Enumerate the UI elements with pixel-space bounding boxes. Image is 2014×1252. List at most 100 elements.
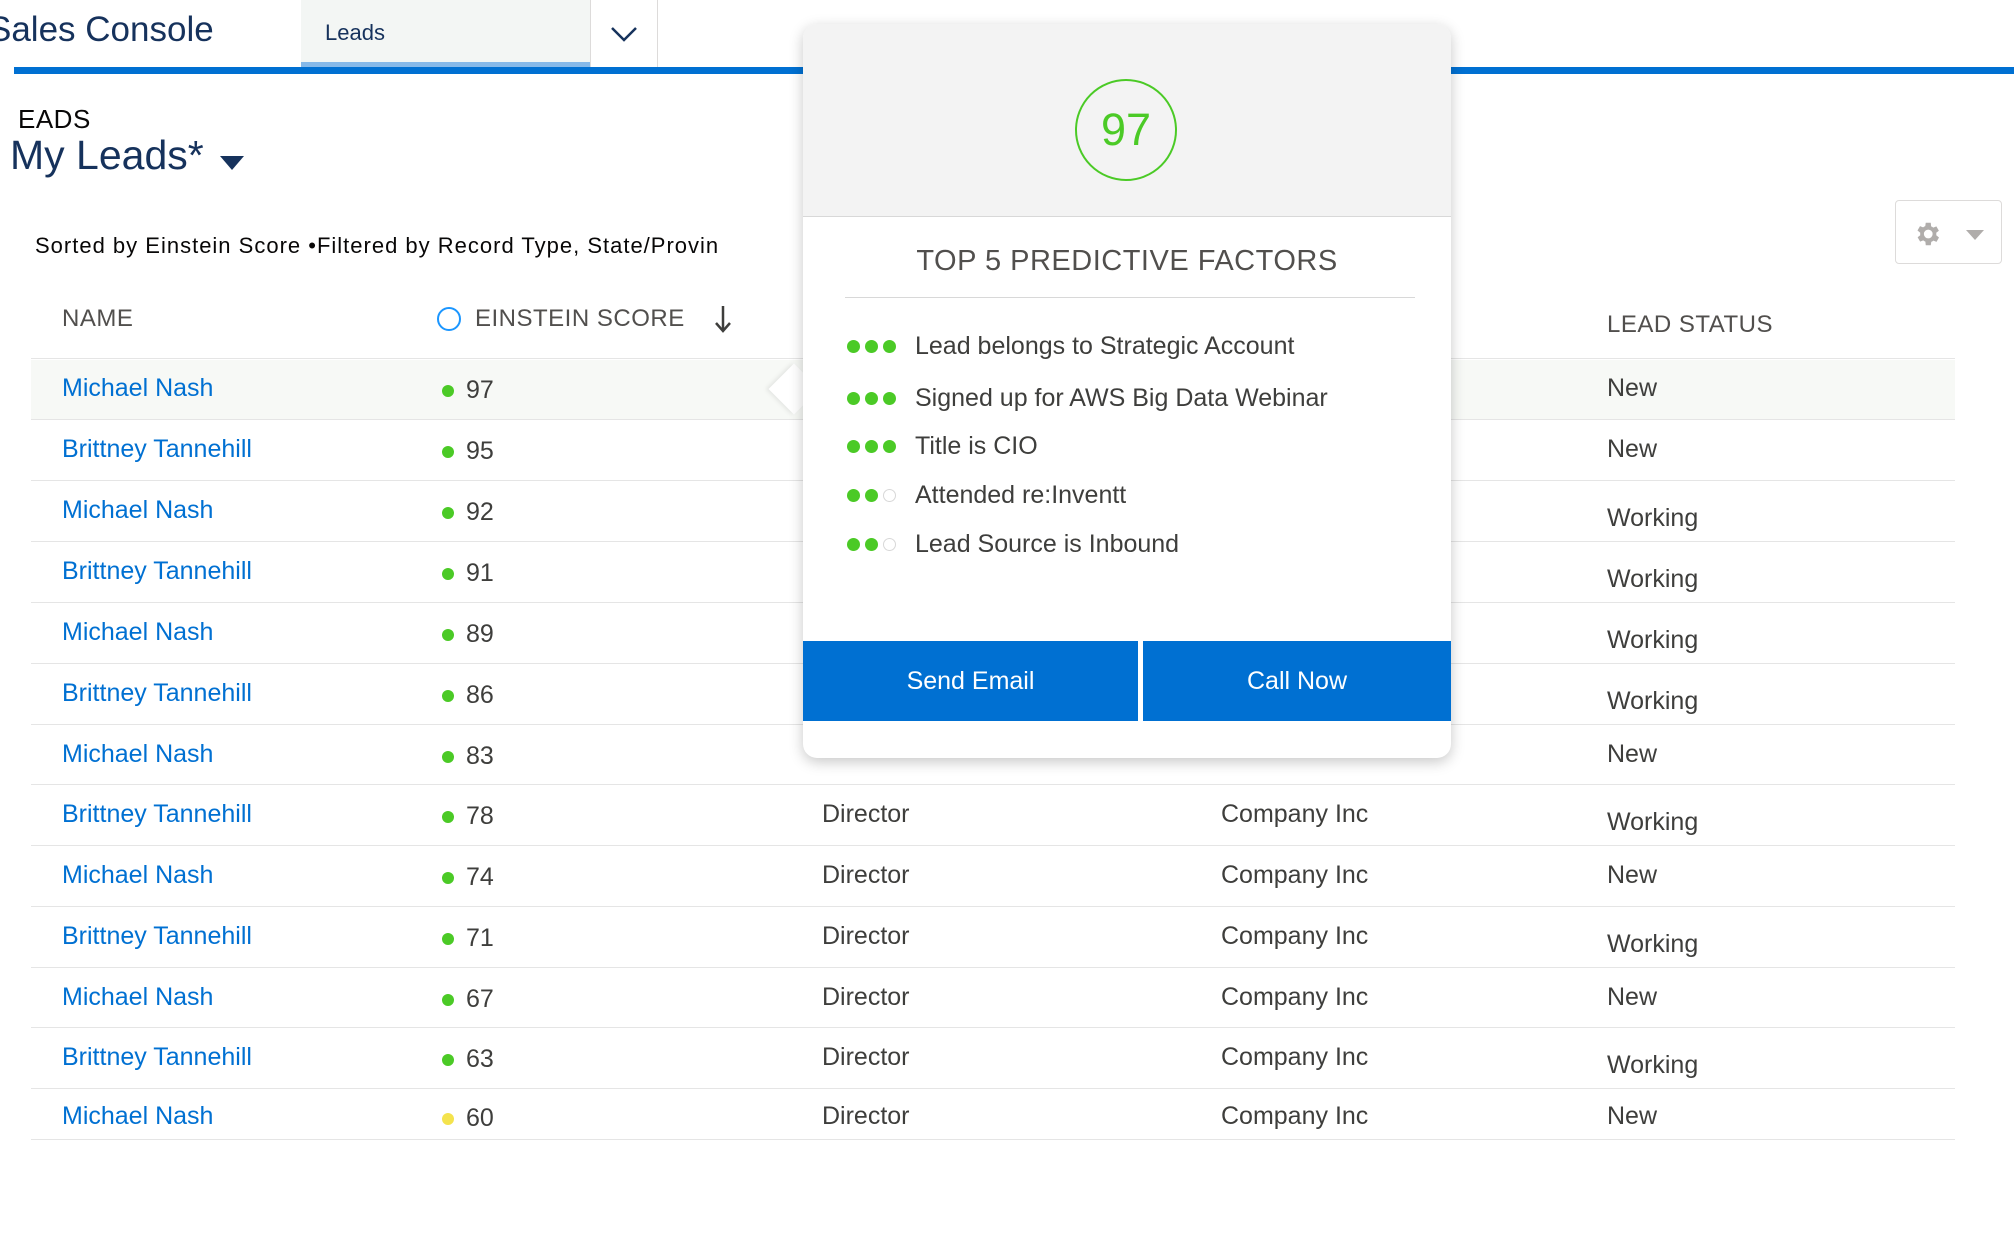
score-badge: 97 xyxy=(1075,79,1177,181)
lead-status: New xyxy=(1607,983,1658,1011)
send-email-button[interactable]: Send Email xyxy=(803,641,1138,721)
score-value: 86 xyxy=(466,681,494,709)
einstein-score-cell[interactable]: 78 xyxy=(442,802,494,831)
lead-title: Director xyxy=(822,983,910,1011)
tab-menu-button[interactable] xyxy=(590,0,658,68)
column-header-einstein-score[interactable]: EINSTEIN SCORE xyxy=(437,304,733,334)
lead-status: Working xyxy=(1607,504,1699,532)
lead-status: New xyxy=(1607,740,1658,768)
lead-name-link[interactable]: Brittney Tannehill xyxy=(62,435,252,464)
score-value: 60 xyxy=(466,1104,494,1132)
table-row[interactable]: Michael Nash 60 Director Company Inc New xyxy=(31,1088,1955,1140)
list-view-title[interactable]: My Leads* xyxy=(10,132,204,179)
sort-filter-info: Sorted by Einstein Score •Filtered by Re… xyxy=(35,233,720,258)
table-row[interactable]: Michael Nash 67 Director Company Inc New xyxy=(31,967,1955,1028)
lead-status: Working xyxy=(1607,808,1699,836)
lead-title: Director xyxy=(822,861,910,889)
lead-status: Working xyxy=(1607,687,1699,715)
einstein-score-cell[interactable]: 92 xyxy=(442,498,494,527)
table-row[interactable]: Michael Nash 74 Director Company Inc New xyxy=(31,845,1955,907)
factor-label: Title is CIO xyxy=(915,432,1038,460)
score-value: 67 xyxy=(466,985,494,1013)
list-settings-button[interactable] xyxy=(1895,200,2002,264)
factor-strength-icon xyxy=(847,340,915,353)
sort-arrow-down-icon xyxy=(714,306,731,333)
einstein-score-cell[interactable]: 95 xyxy=(442,437,494,466)
score-value: 97 xyxy=(466,376,494,404)
lead-name-link[interactable]: Michael Nash xyxy=(62,983,213,1012)
einstein-score-cell[interactable]: 74 xyxy=(442,863,494,892)
score-value: 71 xyxy=(466,924,494,952)
column-header-lead-status[interactable]: LEAD STATUS xyxy=(1607,311,1773,339)
score-indicator-dot xyxy=(442,810,454,823)
lead-title: Director xyxy=(822,922,910,950)
lead-company: Company Inc xyxy=(1221,1043,1369,1071)
list-view-caret-icon[interactable] xyxy=(220,156,244,170)
column-header-score-label: EINSTEIN SCORE xyxy=(475,305,685,332)
object-label: EADS xyxy=(18,104,91,134)
lead-name-link[interactable]: Michael Nash xyxy=(62,861,213,890)
lead-name-link[interactable]: Michael Nash xyxy=(62,740,213,769)
lead-name-link[interactable]: Michael Nash xyxy=(62,374,213,403)
call-now-button[interactable]: Call Now xyxy=(1143,641,1451,721)
score-value: 78 xyxy=(466,802,494,830)
table-row[interactable]: Brittney Tannehill 63 Director Company Inc W… xyxy=(31,1027,1955,1089)
lead-name-link[interactable]: Michael Nash xyxy=(62,618,213,647)
lead-status: New xyxy=(1607,374,1658,402)
einstein-score-cell[interactable]: 60 xyxy=(442,1104,494,1133)
einstein-score-cell[interactable]: 86 xyxy=(442,681,494,710)
lead-name-link[interactable]: Michael Nash xyxy=(62,1102,213,1131)
score-indicator-dot xyxy=(442,932,454,945)
column-header-name[interactable]: NAME xyxy=(62,305,133,333)
factor-label: Lead belongs to Strategic Account xyxy=(915,332,1295,360)
einstein-score-cell[interactable]: 71 xyxy=(442,924,494,953)
einstein-score-cell[interactable]: 89 xyxy=(442,620,494,649)
lead-name-link[interactable]: Brittney Tannehill xyxy=(62,800,252,829)
score-indicator-dot xyxy=(442,871,454,884)
einstein-score-cell[interactable]: 91 xyxy=(442,559,494,588)
score-value: 63 xyxy=(466,1045,494,1073)
tab-leads-label: Leads xyxy=(325,20,385,45)
score-value: 89 xyxy=(466,620,494,648)
lead-title: Director xyxy=(822,1043,910,1071)
einstein-score-cell[interactable]: 63 xyxy=(442,1045,494,1074)
table-row[interactable]: Brittney Tannehill 71 Director Company Inc W… xyxy=(31,906,1955,968)
lead-title: Director xyxy=(822,1102,910,1130)
score-indicator-dot xyxy=(442,384,454,397)
predictive-factor: Lead belongs to Strategic Account xyxy=(847,332,1294,361)
lead-status: New xyxy=(1607,1102,1658,1130)
lead-name-link[interactable]: Brittney Tannehill xyxy=(62,679,252,708)
einstein-score-cell[interactable]: 67 xyxy=(442,985,494,1014)
score-indicator-dot xyxy=(442,750,454,763)
einstein-score-popover: 97 TOP 5 PREDICTIVE FACTORS Lead belongs… xyxy=(803,24,1451,758)
score-indicator-dot xyxy=(442,1112,454,1125)
factor-strength-icon xyxy=(847,440,915,453)
score-value: 74 xyxy=(466,863,494,891)
predictive-factor: Title is CIO xyxy=(847,432,1038,461)
lead-company: Company Inc xyxy=(1221,861,1369,889)
factor-label: Lead Source is Inbound xyxy=(915,530,1180,558)
factor-strength-icon xyxy=(847,392,915,405)
score-indicator-dot xyxy=(442,506,454,519)
table-row[interactable]: Brittney Tannehill 78 Director Company Inc W… xyxy=(31,784,1955,846)
einstein-icon xyxy=(437,307,461,331)
popover-divider xyxy=(845,297,1415,298)
factor-label: Attended re:Inventt xyxy=(915,481,1127,509)
factor-label: Signed up for AWS Big Data Webinar xyxy=(915,384,1328,412)
lead-company: Company Inc xyxy=(1221,983,1369,1011)
lead-name-link[interactable]: Brittney Tannehill xyxy=(62,922,252,951)
lead-company: Company Inc xyxy=(1221,922,1369,950)
gear-icon xyxy=(1917,222,1939,246)
tab-leads[interactable]: Leads xyxy=(301,0,590,68)
lead-status: Working xyxy=(1607,1051,1699,1079)
score-value: 95 xyxy=(466,437,494,465)
lead-name-link[interactable]: Brittney Tannehill xyxy=(62,557,252,586)
factor-strength-icon xyxy=(847,489,915,502)
lead-name-link[interactable]: Brittney Tannehill xyxy=(62,1043,252,1072)
popover-header: 97 xyxy=(803,24,1451,217)
lead-company: Company Inc xyxy=(1221,800,1369,828)
einstein-score-cell[interactable]: 83 xyxy=(442,742,494,771)
lead-name-link[interactable]: Michael Nash xyxy=(62,496,213,525)
einstein-score-cell[interactable]: 97 xyxy=(442,376,494,405)
lead-status: New xyxy=(1607,861,1658,889)
